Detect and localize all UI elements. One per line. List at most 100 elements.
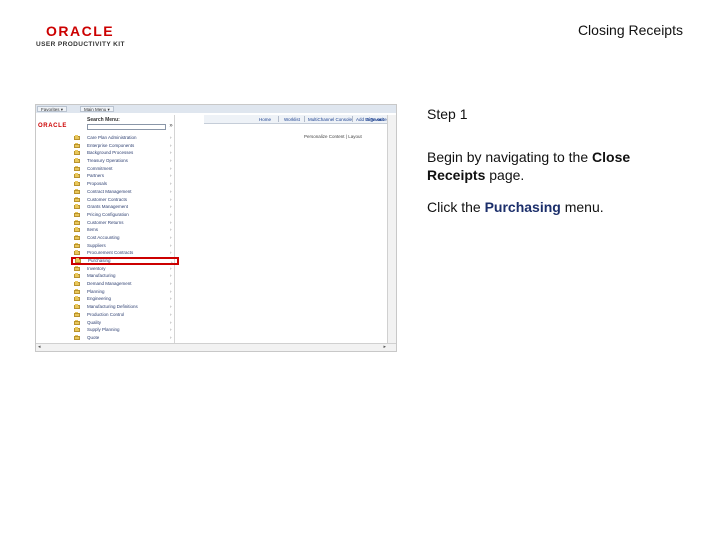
nav-home-link[interactable]: Home <box>259 117 271 122</box>
folder-icon <box>74 273 80 279</box>
menu-item[interactable]: Demand Management › <box>72 280 176 288</box>
menu-item-label: Quote <box>87 334 100 340</box>
menu-item[interactable]: Contract Management › <box>72 188 176 196</box>
nav-worklist-link[interactable]: Worklist <box>284 117 300 122</box>
folder-icon <box>74 219 80 225</box>
folder-icon <box>74 158 80 164</box>
menu-item-label: Items <box>87 227 99 233</box>
menu-item[interactable]: Cost Accounting › <box>72 234 176 242</box>
submenu-arrow-icon: › <box>170 211 172 217</box>
menu-item[interactable]: Treasury Operations › <box>72 157 176 165</box>
folder-icon <box>74 173 80 179</box>
submenu-arrow-icon: › <box>170 311 172 317</box>
menu-item[interactable]: Quality › <box>72 319 176 327</box>
nav-signout-link[interactable]: Sign out <box>366 117 384 122</box>
menu-item-purchasing[interactable]: Purchasing › <box>71 257 179 265</box>
menu-item[interactable]: Customer Contracts › <box>72 196 176 204</box>
menu-item[interactable]: Items › <box>72 226 176 234</box>
vertical-scrollbar[interactable] <box>387 115 396 345</box>
scroll-left-icon[interactable]: ◂ <box>38 344 41 350</box>
submenu-arrow-icon: › <box>170 334 172 340</box>
menu-item-label: Supply Planning <box>87 327 120 333</box>
search-menu-input[interactable] <box>87 124 166 130</box>
scroll-right-icon[interactable]: ▸ <box>383 344 386 350</box>
p2-text-a: Click the <box>427 199 485 215</box>
menu-item-label: Enterprise Components <box>87 142 135 148</box>
folder-icon <box>74 250 80 256</box>
menu-item-label: Grants Management <box>87 204 129 210</box>
menu-item-label: Planning <box>87 288 105 294</box>
submenu-arrow-icon: › <box>170 181 172 187</box>
menu-item-label: Manufacturing <box>87 273 116 279</box>
menu-item[interactable]: Production Control › <box>72 311 176 319</box>
slide-title: Closing Receipts <box>577 22 683 38</box>
menu-item[interactable]: Partners › <box>72 172 176 180</box>
menu-item-label: Suppliers <box>87 242 106 248</box>
menu-item[interactable]: Pricing Configuration › <box>72 211 176 219</box>
folder-icon <box>74 327 80 333</box>
folder-icon <box>74 181 80 187</box>
menu-item-label: Manufacturing Definitions <box>87 304 138 310</box>
folder-icon <box>74 142 80 148</box>
menu-item-label: Treasury Operations <box>87 158 128 164</box>
submenu-arrow-icon: › <box>170 173 172 179</box>
submenu-arrow-icon: › <box>170 188 172 194</box>
submenu-arrow-icon: › <box>170 327 172 333</box>
menu-item-label: Engineering <box>87 296 112 302</box>
menu-item[interactable]: Background Processes › <box>72 149 176 157</box>
menu-item[interactable]: Grants Management › <box>72 203 176 211</box>
p2-target-menu: Purchasing <box>484 199 561 215</box>
folder-icon <box>74 165 80 171</box>
submenu-arrow-icon: › <box>170 273 172 279</box>
menu-item[interactable]: Quote › <box>72 334 176 342</box>
folder-icon <box>74 150 80 156</box>
menu-item-label: Partners <box>87 173 105 179</box>
menu-list: Care Plan Administration › Enterprise Comp… <box>71 134 179 351</box>
menu-item[interactable]: Inventory › <box>72 265 176 273</box>
menu-item[interactable]: Customer Returns › <box>72 219 176 227</box>
logo-subtitle: USER PRODUCTIVITY KIT <box>36 41 125 48</box>
folder-icon <box>74 242 80 248</box>
menu-item[interactable]: Procurement Contracts › <box>72 249 176 257</box>
tab-main-menu[interactable]: Main Menu ▾ <box>80 106 114 112</box>
submenu-arrow-icon: › <box>170 204 172 210</box>
main-menu-dropdown: Search Menu: » Care Plan Administration ›… <box>68 115 179 351</box>
submenu-arrow-icon: › <box>170 135 172 140</box>
p1-text-a: Begin by navigating to the <box>427 149 593 165</box>
folder-icon <box>74 227 80 233</box>
nav-multichannel-link[interactable]: MultiChannel Console <box>308 117 352 122</box>
menu-item-label: Proposals <box>87 181 108 187</box>
menu-item[interactable]: Manufacturing Definitions › <box>72 303 176 311</box>
menu-item[interactable]: Manufacturing › <box>72 272 176 280</box>
folder-icon <box>74 265 80 271</box>
menu-item-label: Care Plan Administration <box>87 135 137 140</box>
folder-icon <box>74 319 80 325</box>
tab-favorites[interactable]: Favorites ▾ <box>37 106 68 112</box>
p2-text-b: menu. <box>560 199 604 215</box>
menu-item[interactable]: Proposals › <box>72 180 176 188</box>
menu-item[interactable]: Engineering › <box>72 295 176 303</box>
personalize-links[interactable]: Personalize Content | Layout <box>304 134 362 139</box>
folder-icon <box>74 296 80 302</box>
search-go-icon[interactable]: » <box>168 123 174 130</box>
submenu-arrow-icon: › <box>170 265 172 271</box>
menu-item-label: Procurement Contracts <box>87 250 134 256</box>
folder-icon <box>74 350 78 351</box>
menu-item[interactable]: Supply Planning › <box>72 326 176 334</box>
menu-item-label: Customer Returns <box>87 219 124 225</box>
menu-item[interactable]: Enterprise Components › <box>72 142 176 150</box>
horizontal-scrollbar[interactable]: ◂ ▸ <box>36 343 396 351</box>
folder-icon <box>74 196 80 202</box>
folder-icon <box>74 288 80 294</box>
menu-item[interactable]: Care Plan Administration › <box>72 134 176 142</box>
folder-icon <box>74 135 80 140</box>
submenu-arrow-icon: › <box>170 227 172 233</box>
menu-item[interactable]: Commitment › <box>72 165 176 173</box>
submenu-arrow-icon: › <box>170 150 172 156</box>
submenu-arrow-icon: › <box>170 196 172 202</box>
submenu-arrow-icon: › <box>170 288 172 294</box>
instruction-paragraph-1: Begin by navigating to the Close Receipt… <box>427 148 667 184</box>
menu-item[interactable]: Planning › <box>72 288 176 296</box>
menu-item[interactable]: Suppliers › <box>72 242 176 250</box>
submenu-arrow-icon: › <box>170 219 172 225</box>
